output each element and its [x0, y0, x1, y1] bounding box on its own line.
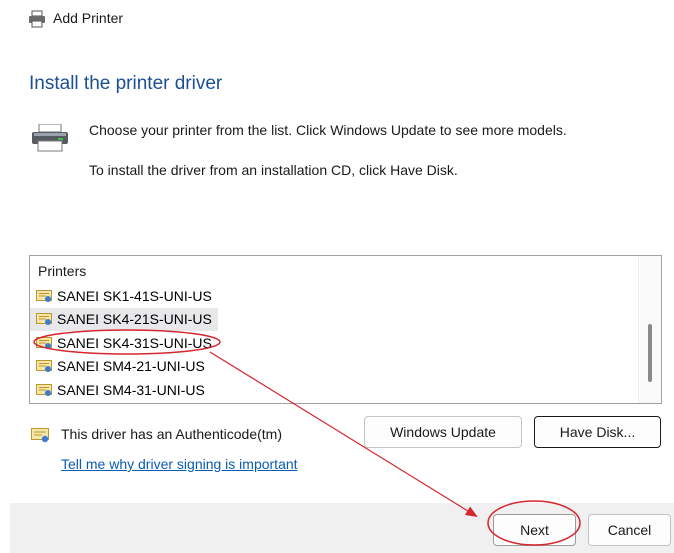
certificate-icon [36, 360, 52, 373]
list-item[interactable]: SANEI SK4-21S-UNI-US [30, 307, 218, 331]
printer-icon [29, 10, 45, 28]
list-item-label: SANEI SK1-41S-UNI-US [57, 287, 212, 304]
certificate-icon [36, 336, 52, 349]
printers-listbox[interactable]: Printers SANEI SK1-41S-UNI-US SANEI SK4-… [29, 255, 662, 404]
scrollbar-thumb[interactable] [648, 324, 652, 382]
printer-list-items: SANEI SK1-41S-UNI-US SANEI SK4-21S-UNI-U… [30, 284, 638, 402]
instruction-text-disk: To install the driver from an installati… [89, 162, 458, 178]
list-item-label: SANEI SM4-31-UNI-US [57, 381, 205, 398]
list-item[interactable]: SANEI SK1-41S-UNI-US [30, 284, 638, 308]
list-item[interactable]: SANEI SK4-31S-UNI-US [30, 331, 638, 355]
list-item[interactable]: SANEI SM4-31-UNI-US [30, 378, 638, 402]
driver-signing-link[interactable]: Tell me why driver signing is important [61, 456, 298, 472]
list-item-label: SANEI SK4-31S-UNI-US [57, 334, 212, 351]
window-title: Add Printer [53, 10, 124, 26]
certificate-icon [36, 383, 52, 396]
list-header: Printers [38, 263, 87, 279]
signing-status: This driver has an Authenticode(tm) [61, 426, 282, 442]
page-title: Install the printer driver [29, 73, 223, 94]
instruction-text: Choose your printer from the list. Click… [89, 122, 567, 138]
list-item-label: SANEI SK4-21S-UNI-US [57, 311, 212, 328]
next-button[interactable]: Next [493, 514, 576, 546]
certificate-icon [36, 289, 52, 302]
list-item-label: SANEI SM4-21-UNI-US [57, 358, 205, 375]
certificate-icon [36, 313, 52, 326]
printer-icon [32, 124, 68, 152]
certificate-icon [31, 428, 49, 443]
have-disk-button[interactable]: Have Disk... [534, 416, 661, 448]
windows-update-button[interactable]: Windows Update [364, 416, 522, 448]
vertical-scrollbar[interactable] [638, 256, 661, 403]
cancel-button[interactable]: Cancel [588, 514, 671, 546]
list-item[interactable]: SANEI SM4-21-UNI-US [30, 355, 638, 379]
